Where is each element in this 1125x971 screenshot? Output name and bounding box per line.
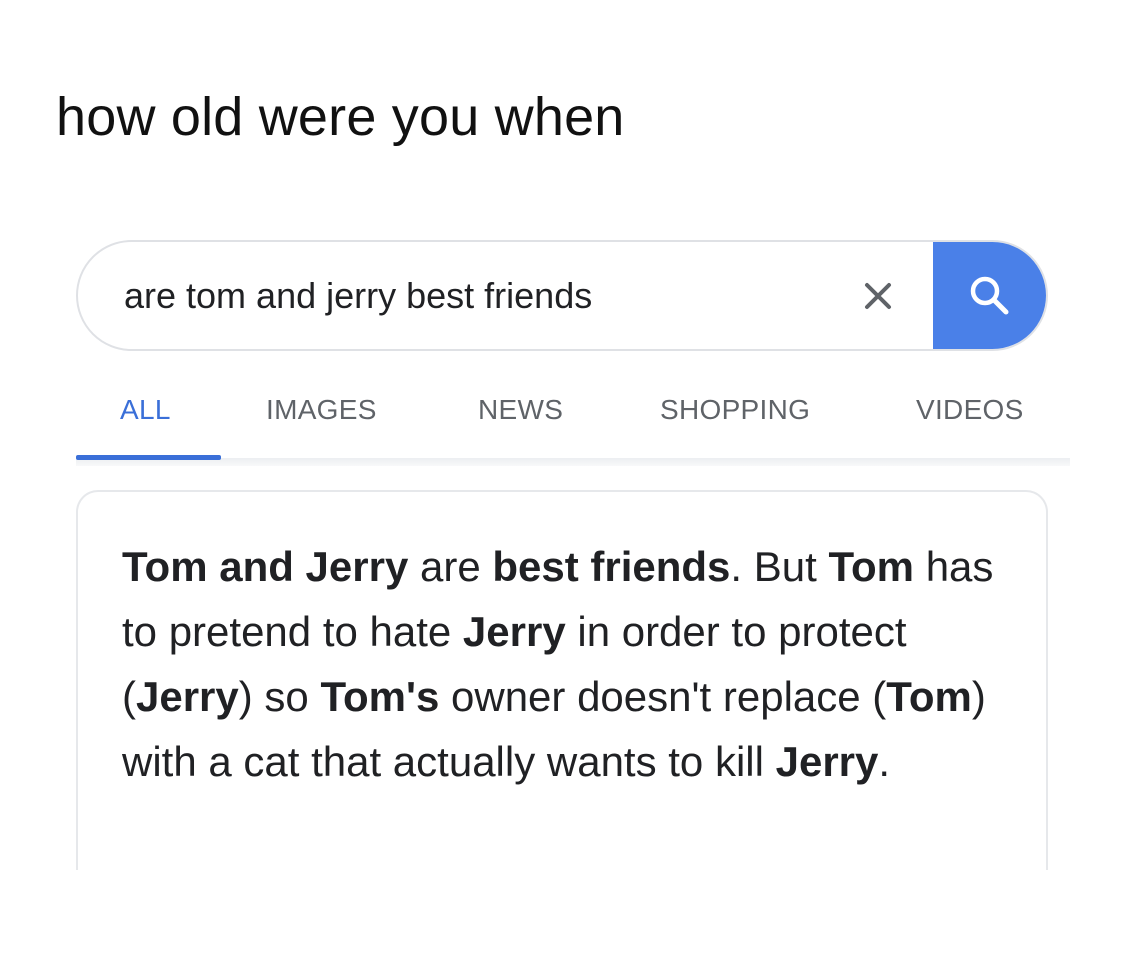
tab-shopping[interactable]: SHOPPING [660,390,810,430]
answer-segment: are [408,543,493,590]
answer-segment: . But [730,543,829,590]
answer-bold-segment: Tom [828,543,915,590]
tab-videos[interactable]: VIDEOS [916,390,1024,430]
close-icon [865,282,891,309]
meme-caption: how old were you when [56,87,625,147]
answer-bold-segment: Jerry [462,608,566,655]
search-input[interactable]: are tom and jerry best friends [124,242,592,349]
answer-bold-segment: Jerry [775,738,879,785]
answer-bold-segment: Tom and Jerry [122,543,409,590]
active-tab-indicator [76,455,221,460]
answer-segment: owner doesn't replace ( [439,673,887,720]
answer-bold-segment: Tom [886,673,972,720]
answer-segment: ) so [238,673,321,720]
card-cutoff [60,870,1070,971]
answer-segment: . [878,738,891,785]
search-button[interactable] [933,242,1046,349]
tab-images[interactable]: IMAGES [266,390,377,430]
answer-bold-segment: Jerry [136,673,239,720]
featured-answer-card: Tom and Jerry are best friends. But Tom … [76,490,1048,890]
search-tabs: ALL IMAGES NEWS SHOPPING VIDEOS [76,390,1070,462]
search-bar[interactable]: are tom and jerry best friends [76,240,1048,351]
featured-answer-text: Tom and Jerry are best friends. But Tom … [122,534,1012,794]
tabs-divider [76,458,1070,466]
answer-bold-segment: Tom's [320,673,440,720]
tab-all[interactable]: ALL [120,390,171,430]
tab-news[interactable]: NEWS [478,390,563,430]
answer-bold-segment: best friends [492,543,731,590]
clear-search-button[interactable] [848,242,908,349]
search-icon [970,276,1008,314]
